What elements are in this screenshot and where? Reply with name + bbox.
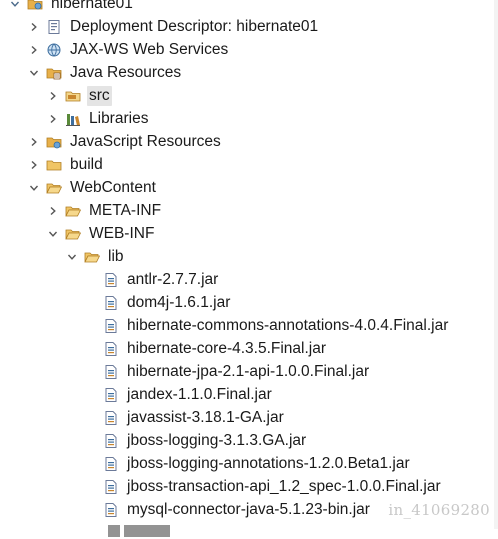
chevron-right-icon[interactable]	[46, 204, 60, 218]
tree-item-jaxws[interactable]: JAX-WS Web Services	[0, 38, 498, 61]
tree-item-label: jboss-logging-3.1.3.GA.jar	[127, 431, 307, 449]
tree-item-label: dom4j-1.6.1.jar	[127, 293, 231, 311]
jar-file-icon	[102, 478, 120, 496]
tree-item-web-inf[interactable]: WEB-INF	[0, 222, 498, 245]
tree-item-label: lib	[108, 247, 124, 265]
tree-item-label: WebContent	[70, 178, 156, 196]
tree-item-label: javassist-3.18.1-GA.jar	[127, 408, 284, 426]
tree-item-jar[interactable]: javassist-3.18.1-GA.jar	[0, 406, 498, 429]
libraries-icon	[64, 110, 82, 128]
tree-item-jar[interactable]: jandex-1.1.0.Final.jar	[0, 383, 498, 406]
tree-item-label: WEB-INF	[89, 224, 155, 242]
tree-item-label: mysql-connector-java-5.1.23-bin.jar	[127, 500, 370, 518]
web-project-icon	[26, 0, 44, 13]
tree-item-label: JavaScript Resources	[70, 132, 221, 150]
tree-item-label: antlr-2.7.7.jar	[127, 270, 219, 288]
chevron-right-icon[interactable]	[27, 43, 41, 57]
jar-file-icon	[102, 432, 120, 450]
folder-open-icon	[45, 179, 63, 197]
tree-item-label: Java Resources	[70, 63, 182, 81]
tree-item-lib[interactable]: lib	[0, 245, 498, 268]
tree-item-label: hibernate-jpa-2.1-api-1.0.0.Final.jar	[127, 362, 370, 380]
tree-item-jar[interactable]: jboss-logging-annotations-1.2.0.Beta1.ja…	[0, 452, 498, 475]
jar-file-icon	[102, 271, 120, 289]
jar-file-icon	[102, 317, 120, 335]
chevron-right-icon[interactable]	[27, 20, 41, 34]
chevron-down-icon[interactable]	[27, 66, 41, 80]
chevron-right-icon[interactable]	[27, 135, 41, 149]
tree-item-jar[interactable]: antlr-2.7.7.jar	[0, 268, 498, 291]
chevron-down-icon[interactable]	[46, 227, 60, 241]
tree-item-webcontent[interactable]: WebContent	[0, 176, 498, 199]
jar-file-icon	[102, 409, 120, 427]
tree-item-label: hibernate01	[51, 0, 133, 12]
deployment-descriptor-icon	[45, 18, 63, 36]
tree-item-label: Libraries	[89, 109, 149, 127]
folder-open-icon	[64, 225, 82, 243]
javascript-resources-icon	[45, 133, 63, 151]
tree-item-jar[interactable]: jboss-transaction-api_1.2_spec-1.0.0.Fin…	[0, 475, 498, 498]
tree-item-project[interactable]: hibernate01	[0, 0, 498, 15]
tree-item-label: hibernate-core-4.3.5.Final.jar	[127, 339, 327, 357]
java-resources-icon	[45, 64, 63, 82]
partially-visible-row	[108, 525, 228, 539]
tree-item-jar[interactable]: dom4j-1.6.1.jar	[0, 291, 498, 314]
watermark: in_41069280	[388, 501, 490, 519]
chevron-right-icon[interactable]	[27, 158, 41, 172]
jar-file-icon	[102, 294, 120, 312]
chevron-down-icon[interactable]	[8, 0, 22, 11]
chevron-down-icon[interactable]	[65, 250, 79, 264]
tree-item-label: Deployment Descriptor: hibernate01	[70, 17, 319, 35]
web-services-icon	[45, 41, 63, 59]
tree-item-label: JAX-WS Web Services	[70, 40, 229, 58]
tree-item-jar[interactable]: hibernate-commons-annotations-4.0.4.Fina…	[0, 314, 498, 337]
jar-file-icon	[102, 386, 120, 404]
tree-item-java-resources[interactable]: Java Resources	[0, 61, 498, 84]
tree-item-label: META-INF	[89, 201, 162, 219]
jar-file-icon	[102, 340, 120, 358]
folder-open-icon	[83, 248, 101, 266]
folder-icon	[45, 156, 63, 174]
chevron-down-icon[interactable]	[27, 181, 41, 195]
tree-item-src[interactable]: src	[0, 84, 498, 107]
tree-item-jar[interactable]: jboss-logging-3.1.3.GA.jar	[0, 429, 498, 452]
tree-item-label: build	[70, 155, 103, 173]
tree-item-meta-inf[interactable]: META-INF	[0, 199, 498, 222]
tree-item-label: jboss-transaction-api_1.2_spec-1.0.0.Fin…	[127, 477, 441, 495]
jar-file-icon	[102, 501, 120, 519]
tree-item-libraries[interactable]: Libraries	[0, 107, 498, 130]
tree-item-javascript-resources[interactable]: JavaScript Resources	[0, 130, 498, 153]
chevron-right-icon[interactable]	[46, 112, 60, 126]
project-explorer-tree: hibernate01 Deployment Descriptor: hiber…	[0, 0, 498, 521]
tree-item-jar[interactable]: hibernate-jpa-2.1-api-1.0.0.Final.jar	[0, 360, 498, 383]
tree-item-label: src	[87, 85, 112, 106]
source-folder-icon	[64, 87, 82, 105]
folder-open-icon	[64, 202, 82, 220]
chevron-right-icon[interactable]	[46, 89, 60, 103]
tree-item-label: jboss-logging-annotations-1.2.0.Beta1.ja…	[127, 454, 410, 472]
tree-item-label: hibernate-commons-annotations-4.0.4.Fina…	[127, 316, 449, 334]
tree-item-label: jandex-1.1.0.Final.jar	[127, 385, 272, 403]
tree-item-jar[interactable]: hibernate-core-4.3.5.Final.jar	[0, 337, 498, 360]
vertical-scrollbar[interactable]	[494, 0, 498, 529]
tree-item-deployment-descriptor[interactable]: Deployment Descriptor: hibernate01	[0, 15, 498, 38]
tree-item-build[interactable]: build	[0, 153, 498, 176]
jar-file-icon	[102, 363, 120, 381]
jar-file-icon	[102, 455, 120, 473]
